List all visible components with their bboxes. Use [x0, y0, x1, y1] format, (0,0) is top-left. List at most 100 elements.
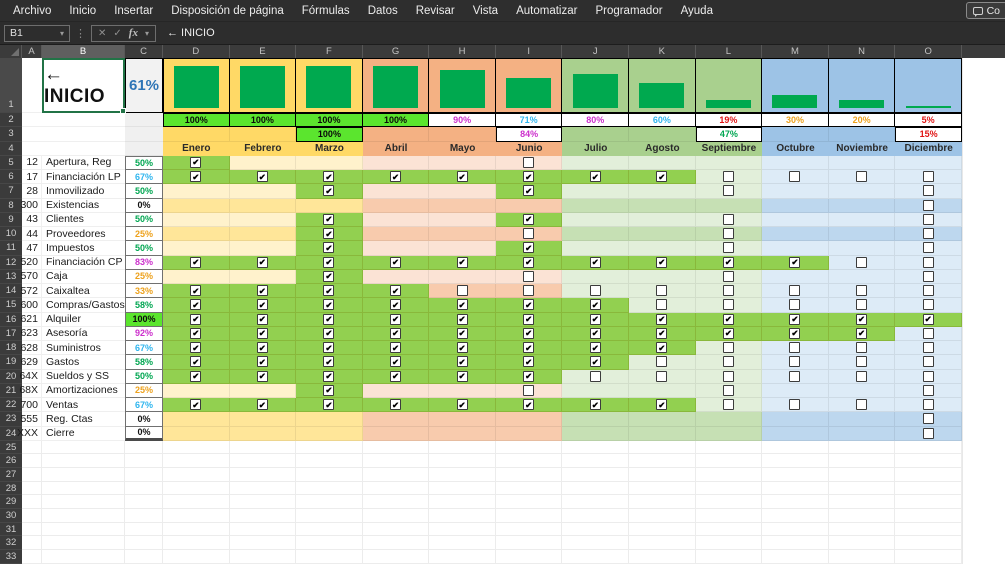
mini-chart-M1[interactable]	[762, 58, 829, 113]
cell-E7[interactable]	[229, 184, 297, 199]
checkbox-L15[interactable]	[722, 299, 734, 311]
cell-G22[interactable]	[362, 398, 430, 413]
checkbox-I16[interactable]	[523, 313, 535, 325]
cell-B29[interactable]	[42, 495, 125, 510]
checkbox-E14[interactable]	[256, 285, 268, 297]
cell-O17[interactable]	[895, 326, 962, 341]
checkbox-L12[interactable]	[722, 256, 734, 268]
checkbox-I9[interactable]	[523, 213, 535, 225]
cell-F6[interactable]	[296, 170, 363, 185]
cell-E9[interactable]	[229, 212, 297, 227]
checkbox-M12[interactable]	[789, 256, 801, 268]
account-name-16[interactable]: Alquiler	[42, 312, 125, 327]
checkbox-I13[interactable]	[523, 270, 535, 282]
cell-E11[interactable]	[229, 241, 297, 256]
cell-J12[interactable]	[562, 255, 630, 270]
account-name-6[interactable]: Financiación LP	[42, 170, 125, 185]
cell-H23[interactable]	[429, 412, 496, 427]
cell-A33[interactable]	[22, 550, 42, 564]
column-header-O[interactable]: O	[895, 45, 962, 58]
cell-G10[interactable]	[362, 227, 430, 242]
cell-O26[interactable]	[895, 454, 962, 469]
checkbox-J12[interactable]	[589, 256, 601, 268]
menu-item[interactable]: Fórmulas	[293, 0, 359, 21]
checkbox-N20[interactable]	[856, 370, 868, 382]
checkbox-F18[interactable]	[323, 342, 335, 354]
account-name-12[interactable]: Financiación CP	[42, 255, 125, 270]
cell-H20[interactable]	[429, 369, 496, 384]
cell-F14[interactable]	[296, 284, 363, 299]
cell-G5[interactable]	[362, 155, 430, 170]
cell-F23[interactable]	[296, 412, 363, 427]
cell-I18[interactable]	[495, 341, 563, 356]
cell-L11[interactable]	[695, 241, 763, 256]
row-header-3[interactable]: 3	[0, 127, 22, 142]
checkbox-D19[interactable]	[190, 356, 202, 368]
account-code-18[interactable]: 628	[20, 341, 42, 356]
account-pct-8[interactable]: 0%	[125, 198, 163, 213]
cell-E10[interactable]	[229, 227, 297, 242]
cell-L5[interactable]	[695, 155, 763, 170]
cell-H13[interactable]	[429, 269, 496, 284]
checkbox-O21[interactable]	[922, 384, 934, 396]
cell-N9[interactable]	[828, 212, 896, 227]
cell-O23[interactable]	[895, 412, 962, 427]
cell-I20[interactable]	[495, 369, 563, 384]
checkbox-L22[interactable]	[722, 399, 734, 411]
cell-M14[interactable]	[762, 284, 829, 299]
cell-C29[interactable]	[125, 495, 163, 510]
account-pct-19[interactable]: 58%	[125, 355, 163, 370]
checkbox-O7[interactable]	[922, 185, 934, 197]
cell-E28[interactable]	[229, 481, 297, 496]
cell-A28[interactable]	[22, 481, 42, 496]
cell-L24[interactable]	[695, 426, 763, 441]
checkbox-F21[interactable]	[323, 384, 335, 396]
cell-M28[interactable]	[762, 481, 829, 496]
cell-K10[interactable]	[629, 227, 696, 242]
cell-H30[interactable]	[429, 509, 496, 523]
cell-D24[interactable]	[163, 426, 230, 441]
cell-N24[interactable]	[828, 426, 896, 441]
cell-I32[interactable]	[495, 536, 563, 550]
cell-I6[interactable]	[495, 170, 563, 185]
menu-item[interactable]: Automatizar	[507, 0, 586, 21]
cell-H7[interactable]	[429, 184, 496, 199]
cell-D20[interactable]	[163, 369, 230, 384]
menu-item[interactable]: Disposición de página	[162, 0, 293, 21]
cell-N18[interactable]	[828, 341, 896, 356]
account-code-15[interactable]: 600	[20, 298, 42, 313]
checkbox-I10[interactable]	[523, 228, 535, 240]
cell-J20[interactable]	[562, 369, 630, 384]
account-code-12[interactable]: 520	[20, 255, 42, 270]
checkbox-E20[interactable]	[256, 370, 268, 382]
cell-A32[interactable]	[22, 536, 42, 550]
cell-N3[interactable]	[828, 127, 896, 142]
checkbox-N17[interactable]	[856, 327, 868, 339]
checkbox-L20[interactable]	[722, 370, 734, 382]
cell-G12[interactable]	[362, 255, 430, 270]
cell-N30[interactable]	[828, 509, 896, 523]
cell-J8[interactable]	[562, 198, 630, 213]
cell-O5[interactable]	[895, 155, 962, 170]
cell-H3[interactable]	[429, 127, 496, 142]
cell-F17[interactable]	[296, 326, 363, 341]
cell-I14[interactable]	[495, 284, 563, 299]
select-all-corner[interactable]	[0, 45, 22, 58]
cell-F29[interactable]	[296, 495, 363, 510]
menu-item[interactable]: Insertar	[105, 0, 162, 21]
row-header-12[interactable]: 12	[0, 255, 22, 270]
cell-M31[interactable]	[762, 522, 829, 537]
cell-E25[interactable]	[229, 440, 297, 455]
cell-G7[interactable]	[362, 184, 430, 199]
cell-M30[interactable]	[762, 509, 829, 523]
cell-K14[interactable]	[629, 284, 696, 299]
menu-item[interactable]: Inicio	[60, 0, 105, 21]
menu-item[interactable]: Vista	[464, 0, 507, 21]
cell-L28[interactable]	[695, 481, 763, 496]
account-code-10[interactable]: 44	[22, 227, 42, 242]
cell-I15[interactable]	[495, 298, 563, 313]
cell-M11[interactable]	[762, 241, 829, 256]
cell-A29[interactable]	[22, 495, 42, 510]
cell-J27[interactable]	[562, 468, 630, 482]
checkbox-O20[interactable]	[922, 370, 934, 382]
